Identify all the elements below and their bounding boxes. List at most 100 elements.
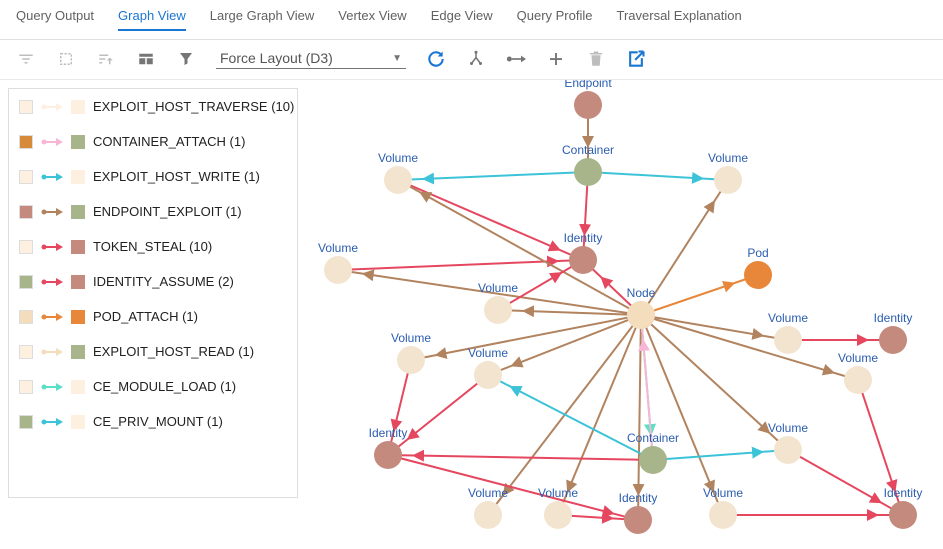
legend-row[interactable]: POD_ATTACH (1) [9, 299, 297, 334]
legend-label: IDENTITY_ASSUME (2) [93, 274, 234, 289]
legend-label: EXPLOIT_HOST_READ (1) [93, 344, 254, 359]
graph-node-label: Volume [468, 486, 508, 500]
graph-edge[interactable] [388, 455, 638, 520]
graph-node[interactable]: Volume [838, 351, 878, 394]
delete-icon[interactable] [586, 49, 606, 69]
legend-row[interactable]: TOKEN_STEAL (10) [9, 229, 297, 264]
graph-toolbar: Force Layout (D3) ▼ [0, 40, 943, 80]
graph-node[interactable]: Container [562, 143, 614, 186]
graph-node-label: Volume [708, 151, 748, 165]
graph-node[interactable]: Volume [703, 486, 743, 529]
graph-node[interactable]: Identity [369, 426, 408, 469]
graph-edge[interactable] [398, 172, 588, 180]
plus-icon[interactable] [546, 49, 566, 69]
legend-row[interactable]: EXPLOIT_HOST_READ (1) [9, 334, 297, 369]
legend-swatch [19, 240, 33, 254]
legend-swatch [71, 100, 85, 114]
legend-arrow-icon [41, 137, 63, 147]
graph-edge[interactable] [388, 375, 488, 455]
graph-edge[interactable] [641, 315, 858, 380]
legend-label: CE_MODULE_LOAD (1) [93, 379, 236, 394]
tree-icon[interactable] [466, 49, 486, 69]
graph-node[interactable]: Volume [538, 486, 578, 529]
legend-arrow-icon [41, 417, 63, 427]
legend-label: TOKEN_STEAL (10) [93, 239, 212, 254]
link-icon[interactable] [506, 49, 526, 69]
graph-edge[interactable] [558, 315, 641, 515]
graph-node[interactable]: Identity [619, 491, 658, 534]
graph-node[interactable]: Container [627, 431, 679, 474]
legend-label: ENDPOINT_EXPLOIT (1) [93, 204, 242, 219]
legend-swatch [19, 345, 33, 359]
sort-icon[interactable] [96, 49, 116, 69]
graph-node-label: Volume [478, 281, 518, 295]
legend-swatch [71, 135, 85, 149]
legend-row[interactable]: ENDPOINT_EXPLOIT (1) [9, 194, 297, 229]
graph-node[interactable]: Pod [744, 246, 772, 289]
graph-edge[interactable] [641, 275, 758, 315]
legend-label: EXPLOIT_HOST_TRAVERSE (10) [93, 99, 294, 114]
legend-arrow-icon [41, 207, 63, 217]
graph-node[interactable]: Volume [468, 486, 508, 529]
tab-traversal-explanation[interactable]: Traversal Explanation [617, 6, 742, 31]
legend-swatch [19, 100, 33, 114]
legend-panel[interactable]: EXPLOIT_HOST_TRAVERSE (10) CONTAINER_ATT… [8, 88, 298, 498]
legend-row[interactable]: IDENTITY_ASSUME (2) [9, 264, 297, 299]
funnel-icon[interactable] [176, 49, 196, 69]
tab-graph-view[interactable]: Graph View [118, 6, 186, 31]
graph-edge[interactable] [641, 315, 723, 515]
graph-node[interactable]: Volume [318, 241, 358, 284]
graph-edge[interactable] [388, 360, 411, 455]
refresh-icon[interactable] [426, 49, 446, 69]
tab-large-graph-view[interactable]: Large Graph View [210, 6, 315, 31]
graph-edge[interactable] [388, 455, 653, 460]
graph-node-label: Volume [768, 421, 808, 435]
graph-canvas[interactable]: EndpointContainerVolumeVolumeIdentityVol… [298, 80, 943, 549]
graph-node[interactable]: Identity [874, 311, 913, 354]
graph-node-label: Volume [378, 151, 418, 165]
graph-node-label: Volume [391, 331, 431, 345]
legend-swatch [71, 205, 85, 219]
graph-node[interactable]: Node [627, 286, 656, 329]
legend-arrow-icon [41, 242, 63, 252]
layout-selector[interactable]: Force Layout (D3) ▼ [216, 48, 406, 69]
legend-arrow-icon [41, 347, 63, 357]
legend-row[interactable]: CONTAINER_ATTACH (1) [9, 124, 297, 159]
graph-edge[interactable] [788, 450, 903, 515]
graph-node[interactable]: Volume [768, 311, 808, 354]
tab-vertex-view[interactable]: Vertex View [338, 6, 406, 31]
legend-swatch [71, 275, 85, 289]
graph-node-label: Volume [318, 241, 358, 255]
legend-arrow-icon [41, 277, 63, 287]
graph-node-label: Volume [838, 351, 878, 365]
tab-edge-view[interactable]: Edge View [431, 6, 493, 31]
legend-row[interactable]: EXPLOIT_HOST_TRAVERSE (10) [9, 89, 297, 124]
filter-lines-icon[interactable] [16, 49, 36, 69]
tab-query-output[interactable]: Query Output [16, 6, 94, 31]
tab-query-profile[interactable]: Query Profile [517, 6, 593, 31]
graph-node-label: Identity [619, 491, 658, 505]
legend-swatch [19, 275, 33, 289]
graph-edge[interactable] [653, 450, 788, 460]
graph-node[interactable]: Volume [708, 151, 748, 194]
export-icon[interactable] [626, 49, 646, 69]
legend-row[interactable]: CE_MODULE_LOAD (1) [9, 369, 297, 404]
table-icon[interactable] [136, 49, 156, 69]
legend-swatch [71, 415, 85, 429]
graph-node[interactable]: Volume [391, 331, 431, 374]
graph-edge[interactable] [411, 315, 641, 360]
legend-swatch [19, 205, 33, 219]
legend-swatch [19, 415, 33, 429]
graph-edge[interactable] [638, 315, 641, 520]
graph-node-label: Identity [369, 426, 408, 440]
legend-row[interactable]: CE_PRIV_MOUNT (1) [9, 404, 297, 439]
graph-node-label: Container [562, 143, 614, 157]
legend-label: POD_ATTACH (1) [93, 309, 198, 324]
graph-edge[interactable] [398, 180, 583, 260]
graph-node[interactable]: Endpoint [564, 80, 612, 119]
graph-edge[interactable] [398, 180, 641, 315]
legend-row[interactable]: EXPLOIT_HOST_WRITE (1) [9, 159, 297, 194]
graph-edge[interactable] [588, 172, 728, 180]
crop-icon[interactable] [56, 49, 76, 69]
graph-edge[interactable] [488, 375, 653, 460]
